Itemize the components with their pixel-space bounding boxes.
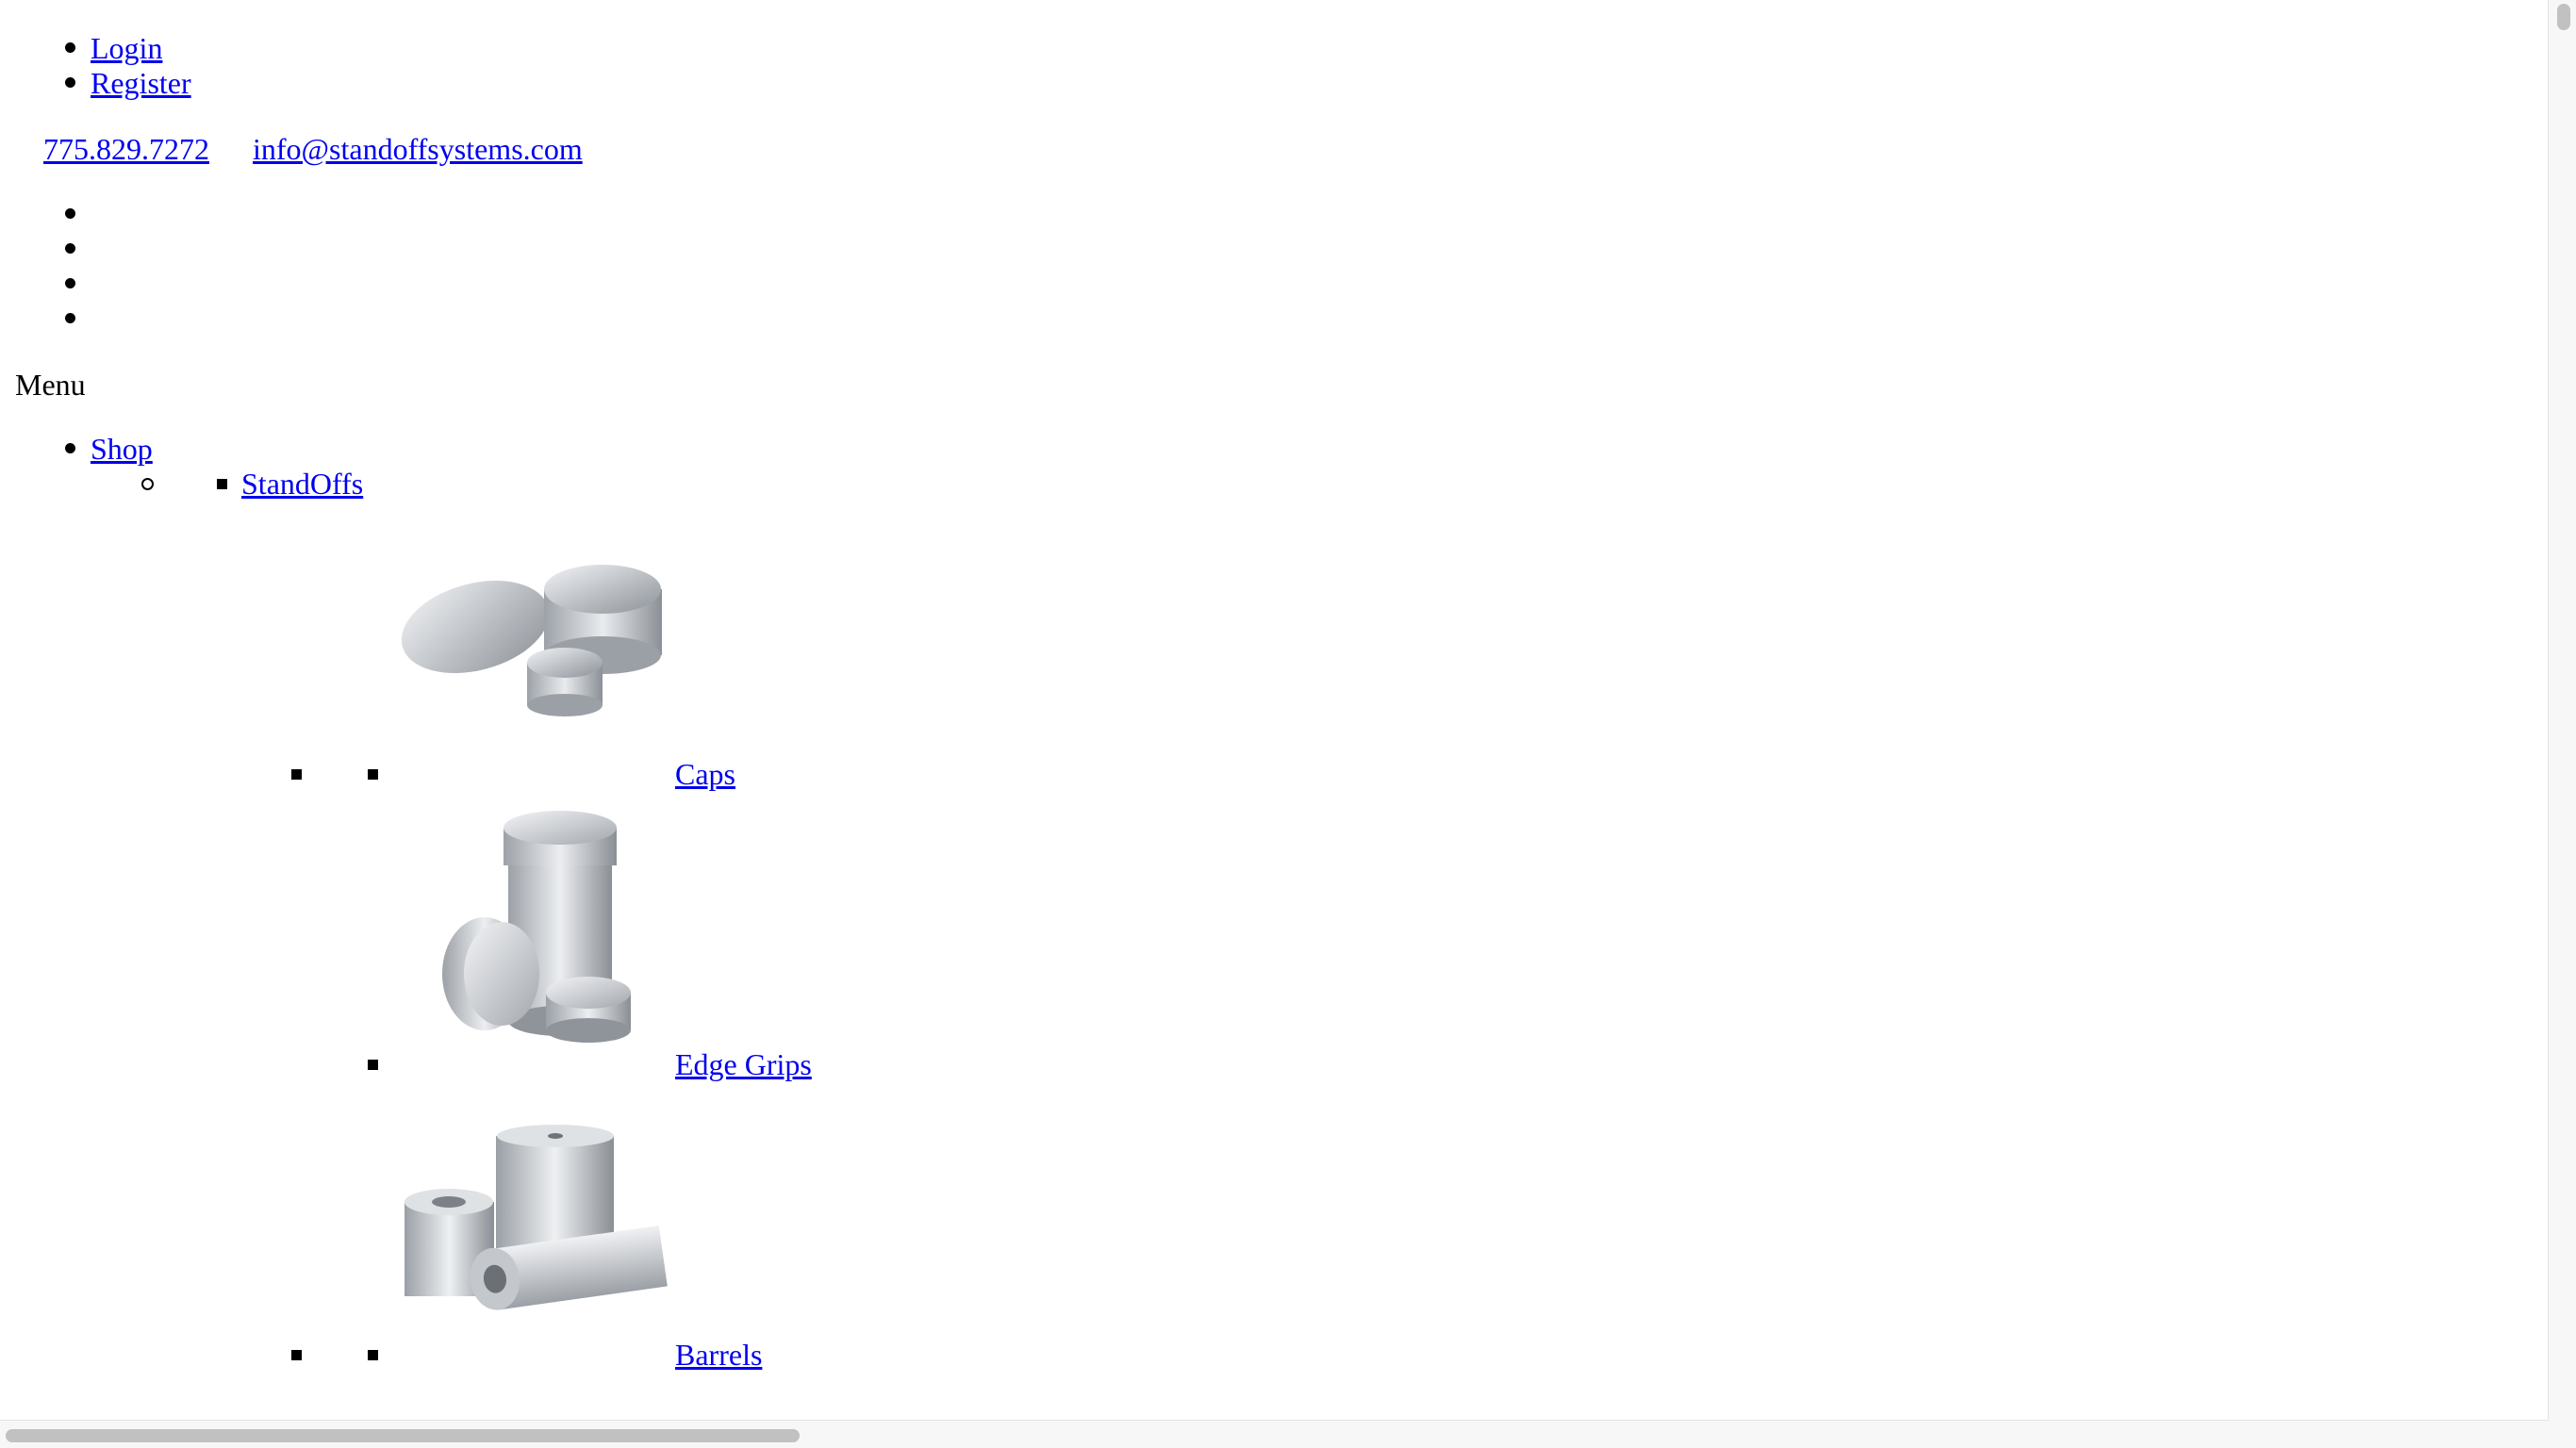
barrels-link[interactable]: Barrels <box>675 1340 762 1370</box>
register-link[interactable]: Register <box>91 68 191 98</box>
bullet <box>368 769 378 780</box>
caps-product-image[interactable] <box>390 551 673 731</box>
horizontal-scrollbar-thumb[interactable] <box>6 1429 800 1442</box>
caps-link[interactable]: Caps <box>675 759 735 789</box>
edge-grips-link[interactable]: Edge Grips <box>675 1049 812 1079</box>
edge-grips-product-image[interactable] <box>419 804 654 1068</box>
social-icon-1[interactable] <box>65 208 75 219</box>
phone-link[interactable]: 775.829.7272 <box>43 134 209 164</box>
shop-link[interactable]: Shop <box>91 434 153 464</box>
bullet <box>65 42 75 53</box>
bullet <box>291 769 302 780</box>
bullet <box>291 1350 302 1360</box>
menu-toggle[interactable]: Menu <box>15 370 86 400</box>
standoffs-link[interactable]: StandOffs <box>241 469 363 499</box>
vertical-scrollbar-thumb[interactable] <box>2557 4 2570 30</box>
vertical-scrollbar[interactable] <box>2548 0 2576 1421</box>
scrollbar-corner <box>2549 1421 2576 1448</box>
social-icon-2[interactable] <box>65 243 75 254</box>
bullet <box>368 1350 378 1360</box>
bullet <box>65 443 75 453</box>
social-icon-4[interactable] <box>65 313 75 323</box>
bullet <box>65 77 75 88</box>
barrels-product-image[interactable] <box>390 1122 673 1325</box>
email-link[interactable]: info@standoffsystems.com <box>253 134 583 164</box>
login-link[interactable]: Login <box>91 33 162 63</box>
social-icon-3[interactable] <box>65 278 75 288</box>
bullet <box>141 478 154 490</box>
horizontal-scrollbar[interactable] <box>0 1420 2549 1448</box>
bullet <box>217 479 227 489</box>
bullet <box>368 1060 378 1070</box>
